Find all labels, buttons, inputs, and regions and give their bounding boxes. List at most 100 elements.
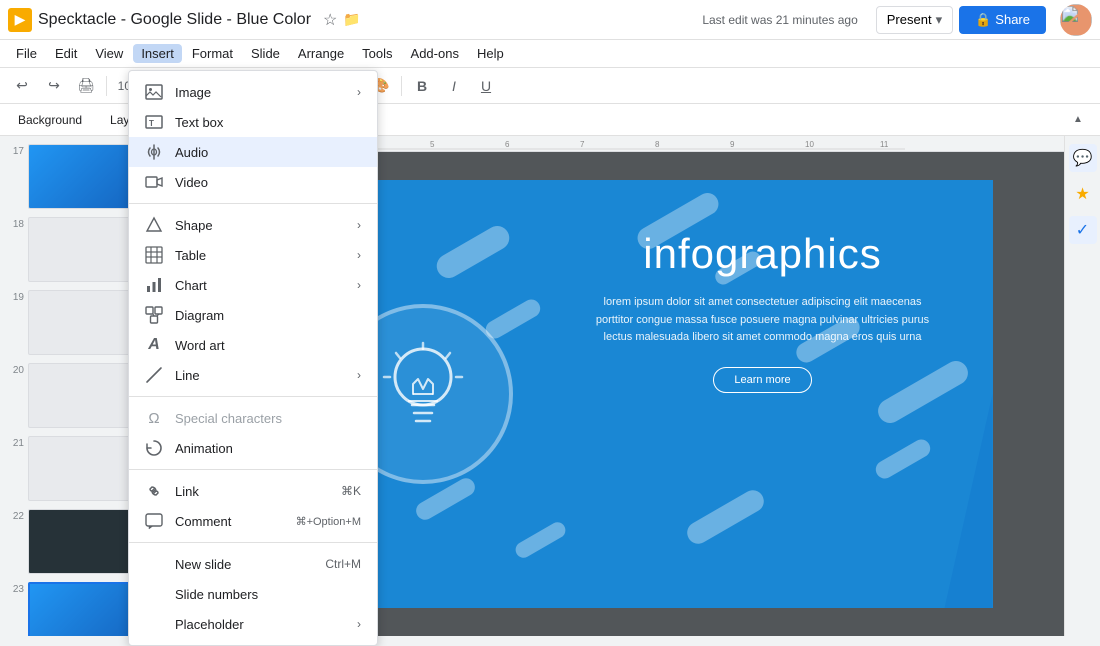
italic-button[interactable]: I	[440, 72, 468, 100]
slide-thumbnail	[28, 217, 138, 282]
svg-text:5: 5	[430, 140, 435, 149]
menu-item-newslide-label: New slide	[175, 557, 313, 572]
menu-item-newslide-shortcut: Ctrl+M	[325, 557, 361, 571]
slide-content-area: infographics lorem ipsum dolor sit amet …	[563, 230, 963, 393]
print-button[interactable]: 🖨	[72, 72, 100, 100]
comment-menu-icon	[145, 512, 163, 530]
menu-item-animation-label: Animation	[175, 441, 361, 456]
menu-item-slidenumbers[interactable]: Slide numbers	[129, 579, 377, 609]
avatar[interactable]	[1060, 4, 1092, 36]
slide-body: lorem ipsum dolor sit amet consectetuer …	[563, 294, 963, 347]
learn-more-button[interactable]: Learn more	[713, 367, 811, 393]
menu-slide[interactable]: Slide	[243, 44, 288, 63]
menu-section-5: New slide Ctrl+M Slide numbers Placehold…	[129, 547, 377, 641]
shape-pill-8	[683, 486, 768, 548]
menu-item-chart-arrow: ›	[357, 278, 361, 292]
menu-divider-3	[129, 469, 377, 470]
menu-item-video[interactable]: Video	[129, 167, 377, 197]
star-icon[interactable]: ☆	[323, 10, 337, 30]
menu-item-comment-shortcut: ⌘+Option+M	[296, 515, 361, 528]
slide-item-22[interactable]: 22	[0, 505, 144, 578]
menu-item-diagram[interactable]: Diagram	[129, 300, 377, 330]
menu-item-wordart[interactable]: A Word art	[129, 330, 377, 360]
slide-item-23[interactable]: 23	[0, 578, 144, 636]
menu-item-link-shortcut: ⌘K	[341, 484, 361, 498]
slide-thumbnail	[28, 436, 138, 501]
menu-item-link[interactable]: Link ⌘K	[129, 476, 377, 506]
table-menu-icon	[145, 246, 163, 264]
menu-item-textbox-label: Text box	[175, 115, 361, 130]
menu-item-animation[interactable]: Animation	[129, 433, 377, 463]
menu-format[interactable]: Format	[184, 44, 241, 63]
undo-button[interactable]: ↩	[8, 72, 36, 100]
menu-item-textbox[interactable]: T Text box	[129, 107, 377, 137]
slide-item-20[interactable]: 20	[0, 359, 144, 432]
menu-item-placeholder-label: Placeholder	[175, 617, 345, 632]
redo-button[interactable]: ↪	[40, 72, 68, 100]
background-button[interactable]: Background	[8, 110, 92, 130]
slide-item-19[interactable]: 19	[0, 286, 144, 359]
menu-item-line[interactable]: Line ›	[129, 360, 377, 390]
menu-item-newslide[interactable]: New slide Ctrl+M	[129, 549, 377, 579]
menu-section-4: Link ⌘K Comment ⌘+Option+M	[129, 474, 377, 538]
link-menu-icon	[145, 482, 163, 500]
menu-item-slidenumbers-label: Slide numbers	[175, 587, 361, 602]
menu-addons[interactable]: Add-ons	[403, 44, 467, 63]
menu-arrange[interactable]: Arrange	[290, 44, 352, 63]
slide-item-18[interactable]: 18	[0, 213, 144, 286]
menu-item-comment[interactable]: Comment ⌘+Option+M	[129, 506, 377, 536]
insert-dropdown-menu: Image › T Text box Audio Video	[128, 70, 378, 646]
right-panel: 💬 ★ ✓	[1064, 136, 1100, 636]
svg-text:10: 10	[805, 140, 814, 149]
slide-number: 17	[6, 144, 24, 157]
slide-item-21[interactable]: 21	[0, 432, 144, 505]
specialchars-menu-icon: Ω	[145, 409, 163, 427]
slide-number: 20	[6, 363, 24, 376]
slide-number: 18	[6, 217, 24, 230]
share-button[interactable]: 🔒 Share	[959, 6, 1046, 34]
menu-divider-4	[129, 542, 377, 543]
menu-insert[interactable]: Insert	[133, 44, 182, 63]
svg-text:11: 11	[880, 140, 889, 149]
slide-number: 21	[6, 436, 24, 449]
menu-view[interactable]: View	[87, 44, 131, 63]
menu-item-video-label: Video	[175, 175, 361, 190]
shape-pill-7	[512, 519, 568, 560]
doc-title: Specktacle - Google Slide - Blue Color	[38, 11, 311, 29]
present-drop-icon[interactable]: ▾	[936, 12, 943, 28]
menu-divider-2	[129, 396, 377, 397]
menu-item-shape-label: Shape	[175, 218, 345, 233]
menu-edit[interactable]: Edit	[47, 44, 85, 63]
menu-item-specialchars-label: Special characters	[175, 411, 361, 426]
menu-item-audio[interactable]: Audio	[129, 137, 377, 167]
menu-help[interactable]: Help	[469, 44, 512, 63]
menu-file[interactable]: File	[8, 44, 45, 63]
slide-item-17[interactable]: 17	[0, 140, 144, 213]
svg-text:8: 8	[655, 140, 660, 149]
bold-button[interactable]: B	[408, 72, 436, 100]
present-button[interactable]: Present ▾	[876, 6, 953, 34]
star-panel-icon[interactable]: ★	[1069, 180, 1097, 208]
check-icon[interactable]: ✓	[1069, 216, 1097, 244]
video-menu-icon	[145, 173, 163, 191]
menu-item-table[interactable]: Table ›	[129, 240, 377, 270]
collapse-toolbar-button[interactable]: ▲	[1064, 106, 1092, 134]
menu-item-audio-label: Audio	[175, 145, 361, 160]
menu-item-image-label: Image	[175, 85, 345, 100]
menu-item-wordart-label: Word art	[175, 338, 361, 353]
menu-item-table-label: Table	[175, 248, 345, 263]
menu-item-shape-arrow: ›	[357, 218, 361, 232]
underline-button[interactable]: U	[472, 72, 500, 100]
toolbar-sep-4	[401, 76, 402, 96]
menu-item-shape[interactable]: Shape ›	[129, 210, 377, 240]
menu-item-chart[interactable]: Chart ›	[129, 270, 377, 300]
menu-item-placeholder[interactable]: Placeholder ›	[129, 609, 377, 639]
slide-thumbnail	[28, 509, 138, 574]
folder-icon[interactable]: 📁	[343, 11, 360, 28]
diagram-menu-icon	[145, 306, 163, 324]
share-lock-icon: 🔒	[975, 12, 991, 28]
comments-icon[interactable]: 💬	[1069, 144, 1097, 172]
menu-item-image[interactable]: Image ›	[129, 77, 377, 107]
menu-tools[interactable]: Tools	[354, 44, 400, 63]
avatar-image	[1060, 4, 1092, 36]
